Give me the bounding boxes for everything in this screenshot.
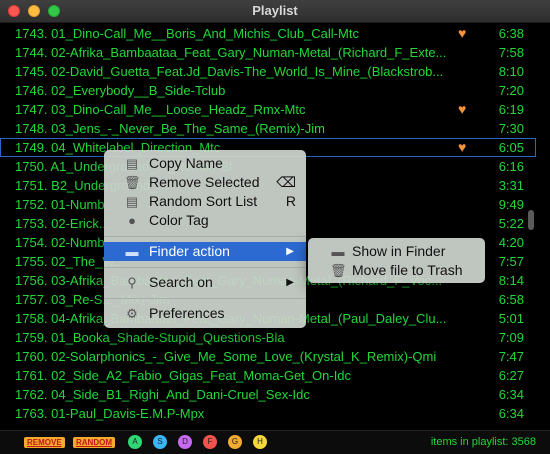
track-duration: 7:57: [498, 254, 524, 269]
menu-item-label: Finder action: [149, 243, 230, 259]
track-duration: 6:27: [498, 368, 524, 383]
track-title: 1761. 02_Side_A2_Fabio_Gigas_Feat_Moma-G…: [15, 368, 352, 383]
track-duration: 3:31: [498, 178, 524, 193]
track-title: 1745. 02-David_Guetta_Feat.Jd_Davis-The_…: [15, 64, 444, 79]
playlist-window: Playlist 1743. 01_Dino-Call_Me__Boris_An…: [0, 0, 550, 454]
color-tag-button-h[interactable]: H: [253, 435, 267, 449]
track-duration: 6:34: [498, 387, 524, 402]
menu-item-random-sort[interactable]: ▤ Random Sort List R: [104, 192, 306, 211]
track-title: 1763. 01-Paul_Davis-E.M.P-Mpx: [15, 406, 205, 421]
track-row[interactable]: 1747. 03_Dino-Call_Me__Loose_Headz_Rmx-M…: [0, 100, 536, 119]
heart-icon[interactable]: ♥: [458, 140, 466, 155]
track-duration: 6:05: [498, 140, 524, 155]
menu-item-label: Preferences: [149, 305, 225, 321]
menu-item-label: Move file to Trash: [352, 262, 463, 278]
track-duration: 6:19: [498, 102, 524, 117]
track-row[interactable]: 1748. 03_Jens_-_Never_Be_The_Same_(Remix…: [0, 119, 536, 138]
menu-item-preferences[interactable]: ⚙ Preferences: [104, 304, 306, 323]
heart-icon[interactable]: ♥: [458, 26, 466, 41]
track-duration: 5:01: [498, 311, 524, 326]
scrollbar[interactable]: [528, 210, 534, 230]
document-icon: ▤: [125, 156, 139, 171]
document-icon: ▤: [125, 194, 139, 209]
track-title: 1743. 01_Dino-Call_Me__Boris_And_Michis_…: [15, 26, 359, 41]
track-row[interactable]: 1744. 02-Afrika_Bambaataa_Feat_Gary_Numa…: [0, 43, 536, 62]
random-button[interactable]: RANDOM: [73, 437, 115, 448]
track-duration: 7:20: [498, 83, 524, 98]
track-row[interactable]: 1760. 02-Solarphonics_-_Give_Me_Some_Lov…: [0, 347, 536, 366]
menu-item-shortcut: ⌫: [276, 174, 296, 190]
menu-item-label: Random Sort List: [149, 193, 258, 209]
menu-item-finder-action[interactable]: ▬ Finder action ▶: [104, 242, 306, 261]
track-row[interactable]: 1762. 04_Side_B1_Righi_And_Dani-Cruel_Se…: [0, 385, 536, 404]
menu-item-label: Copy Name: [149, 155, 223, 171]
track-duration: 6:16: [498, 159, 524, 174]
window-title: Playlist: [252, 3, 298, 18]
track-duration: 4:20: [498, 235, 524, 250]
track-duration: 7:58: [498, 45, 524, 60]
trash-icon: 🗑: [330, 263, 347, 278]
menu-item-label: Show in Finder: [352, 243, 446, 259]
track-duration: 7:47: [498, 349, 524, 364]
magnifier-icon: ⚲: [127, 275, 137, 290]
color-tag-button-a[interactable]: A: [128, 435, 142, 449]
context-menu: ▤ Copy Name 🗑 Remove Selected ⌫ ▤ Random…: [104, 150, 306, 328]
folder-icon: ▬: [331, 244, 345, 259]
menu-item-label: Color Tag: [149, 212, 209, 228]
track-duration: 8:14: [498, 273, 524, 288]
menu-item-label: Remove Selected: [149, 174, 260, 190]
playlist-count: items in playlist: 3568: [430, 436, 536, 448]
track-row[interactable]: 1759. 01_Booka_Shade-Stupid_Questions-Bl…: [0, 328, 536, 347]
track-duration: 9:49: [498, 197, 524, 212]
track-row[interactable]: 1743. 01_Dino-Call_Me__Boris_And_Michis_…: [0, 24, 536, 43]
track-duration: 8:10: [498, 64, 524, 79]
menu-item-label: Search on: [149, 274, 213, 290]
gear-icon: ⚙: [126, 306, 138, 321]
track-title: 1747. 03_Dino-Call_Me__Loose_Headz_Rmx-M…: [15, 102, 306, 117]
track-title: 1746. 02_Everybody__B_Side-Tclub: [15, 83, 226, 98]
submenu-arrow-icon: ▶: [286, 246, 294, 257]
track-title: 1762. 04_Side_B1_Righi_And_Dani-Cruel_Se…: [15, 387, 310, 402]
track-title: 1760. 02-Solarphonics_-_Give_Me_Some_Lov…: [15, 349, 437, 364]
track-title: 1759. 01_Booka_Shade-Stupid_Questions-Bl…: [15, 330, 285, 345]
finder-action-submenu: ▬ Show in Finder 🗑 Move file to Trash: [308, 238, 485, 283]
track-duration: 6:38: [498, 26, 524, 41]
track-row[interactable]: 1745. 02-David_Guetta_Feat.Jd_Davis-The_…: [0, 62, 536, 81]
track-duration: 7:30: [498, 121, 524, 136]
track-duration: 5:22: [498, 216, 524, 231]
trash-icon: 🗑: [124, 175, 141, 190]
menu-item-search-on[interactable]: ⚲ Search on ▶: [104, 273, 306, 292]
menu-item-show-in-finder[interactable]: ▬ Show in Finder: [308, 242, 485, 261]
menu-item-copy-name[interactable]: ▤ Copy Name: [104, 154, 306, 173]
circle-icon: ●: [128, 213, 136, 228]
color-tag-button-g[interactable]: G: [228, 435, 242, 449]
track-row[interactable]: 1763. 01-Paul_Davis-E.M.P-Mpx 6:34: [0, 404, 536, 423]
menu-item-color-tag[interactable]: ● Color Tag: [104, 211, 306, 230]
menu-separator: [104, 236, 306, 237]
track-row[interactable]: 1761. 02_Side_A2_Fabio_Gigas_Feat_Moma-G…: [0, 366, 536, 385]
menu-separator: [104, 267, 306, 268]
menu-item-remove-selected[interactable]: 🗑 Remove Selected ⌫: [104, 173, 306, 192]
menu-separator: [104, 298, 306, 299]
track-title: 1748. 03_Jens_-_Never_Be_The_Same_(Remix…: [15, 121, 325, 136]
track-duration: 6:58: [498, 292, 524, 307]
track-duration: 7:09: [498, 330, 524, 345]
track-row[interactable]: 1746. 02_Everybody__B_Side-Tclub 7:20: [0, 81, 536, 100]
folder-icon: ▬: [125, 244, 139, 259]
color-tag-button-d[interactable]: D: [178, 435, 192, 449]
menu-item-move-to-trash[interactable]: 🗑 Move file to Trash: [308, 261, 485, 280]
submenu-arrow-icon: ▶: [286, 277, 294, 288]
heart-icon[interactable]: ♥: [458, 102, 466, 117]
titlebar: Playlist: [0, 0, 550, 23]
menu-item-shortcut: R: [285, 193, 296, 209]
bottom-bar: REMOVE RANDOM ASDFGH items in playlist: …: [0, 430, 550, 454]
track-title: 1744. 02-Afrika_Bambaataa_Feat_Gary_Numa…: [15, 45, 447, 60]
color-tag-button-f[interactable]: F: [203, 435, 217, 449]
color-tag-button-s[interactable]: S: [153, 435, 167, 449]
track-duration: 6:34: [498, 406, 524, 421]
remove-button[interactable]: REMOVE: [24, 437, 65, 448]
